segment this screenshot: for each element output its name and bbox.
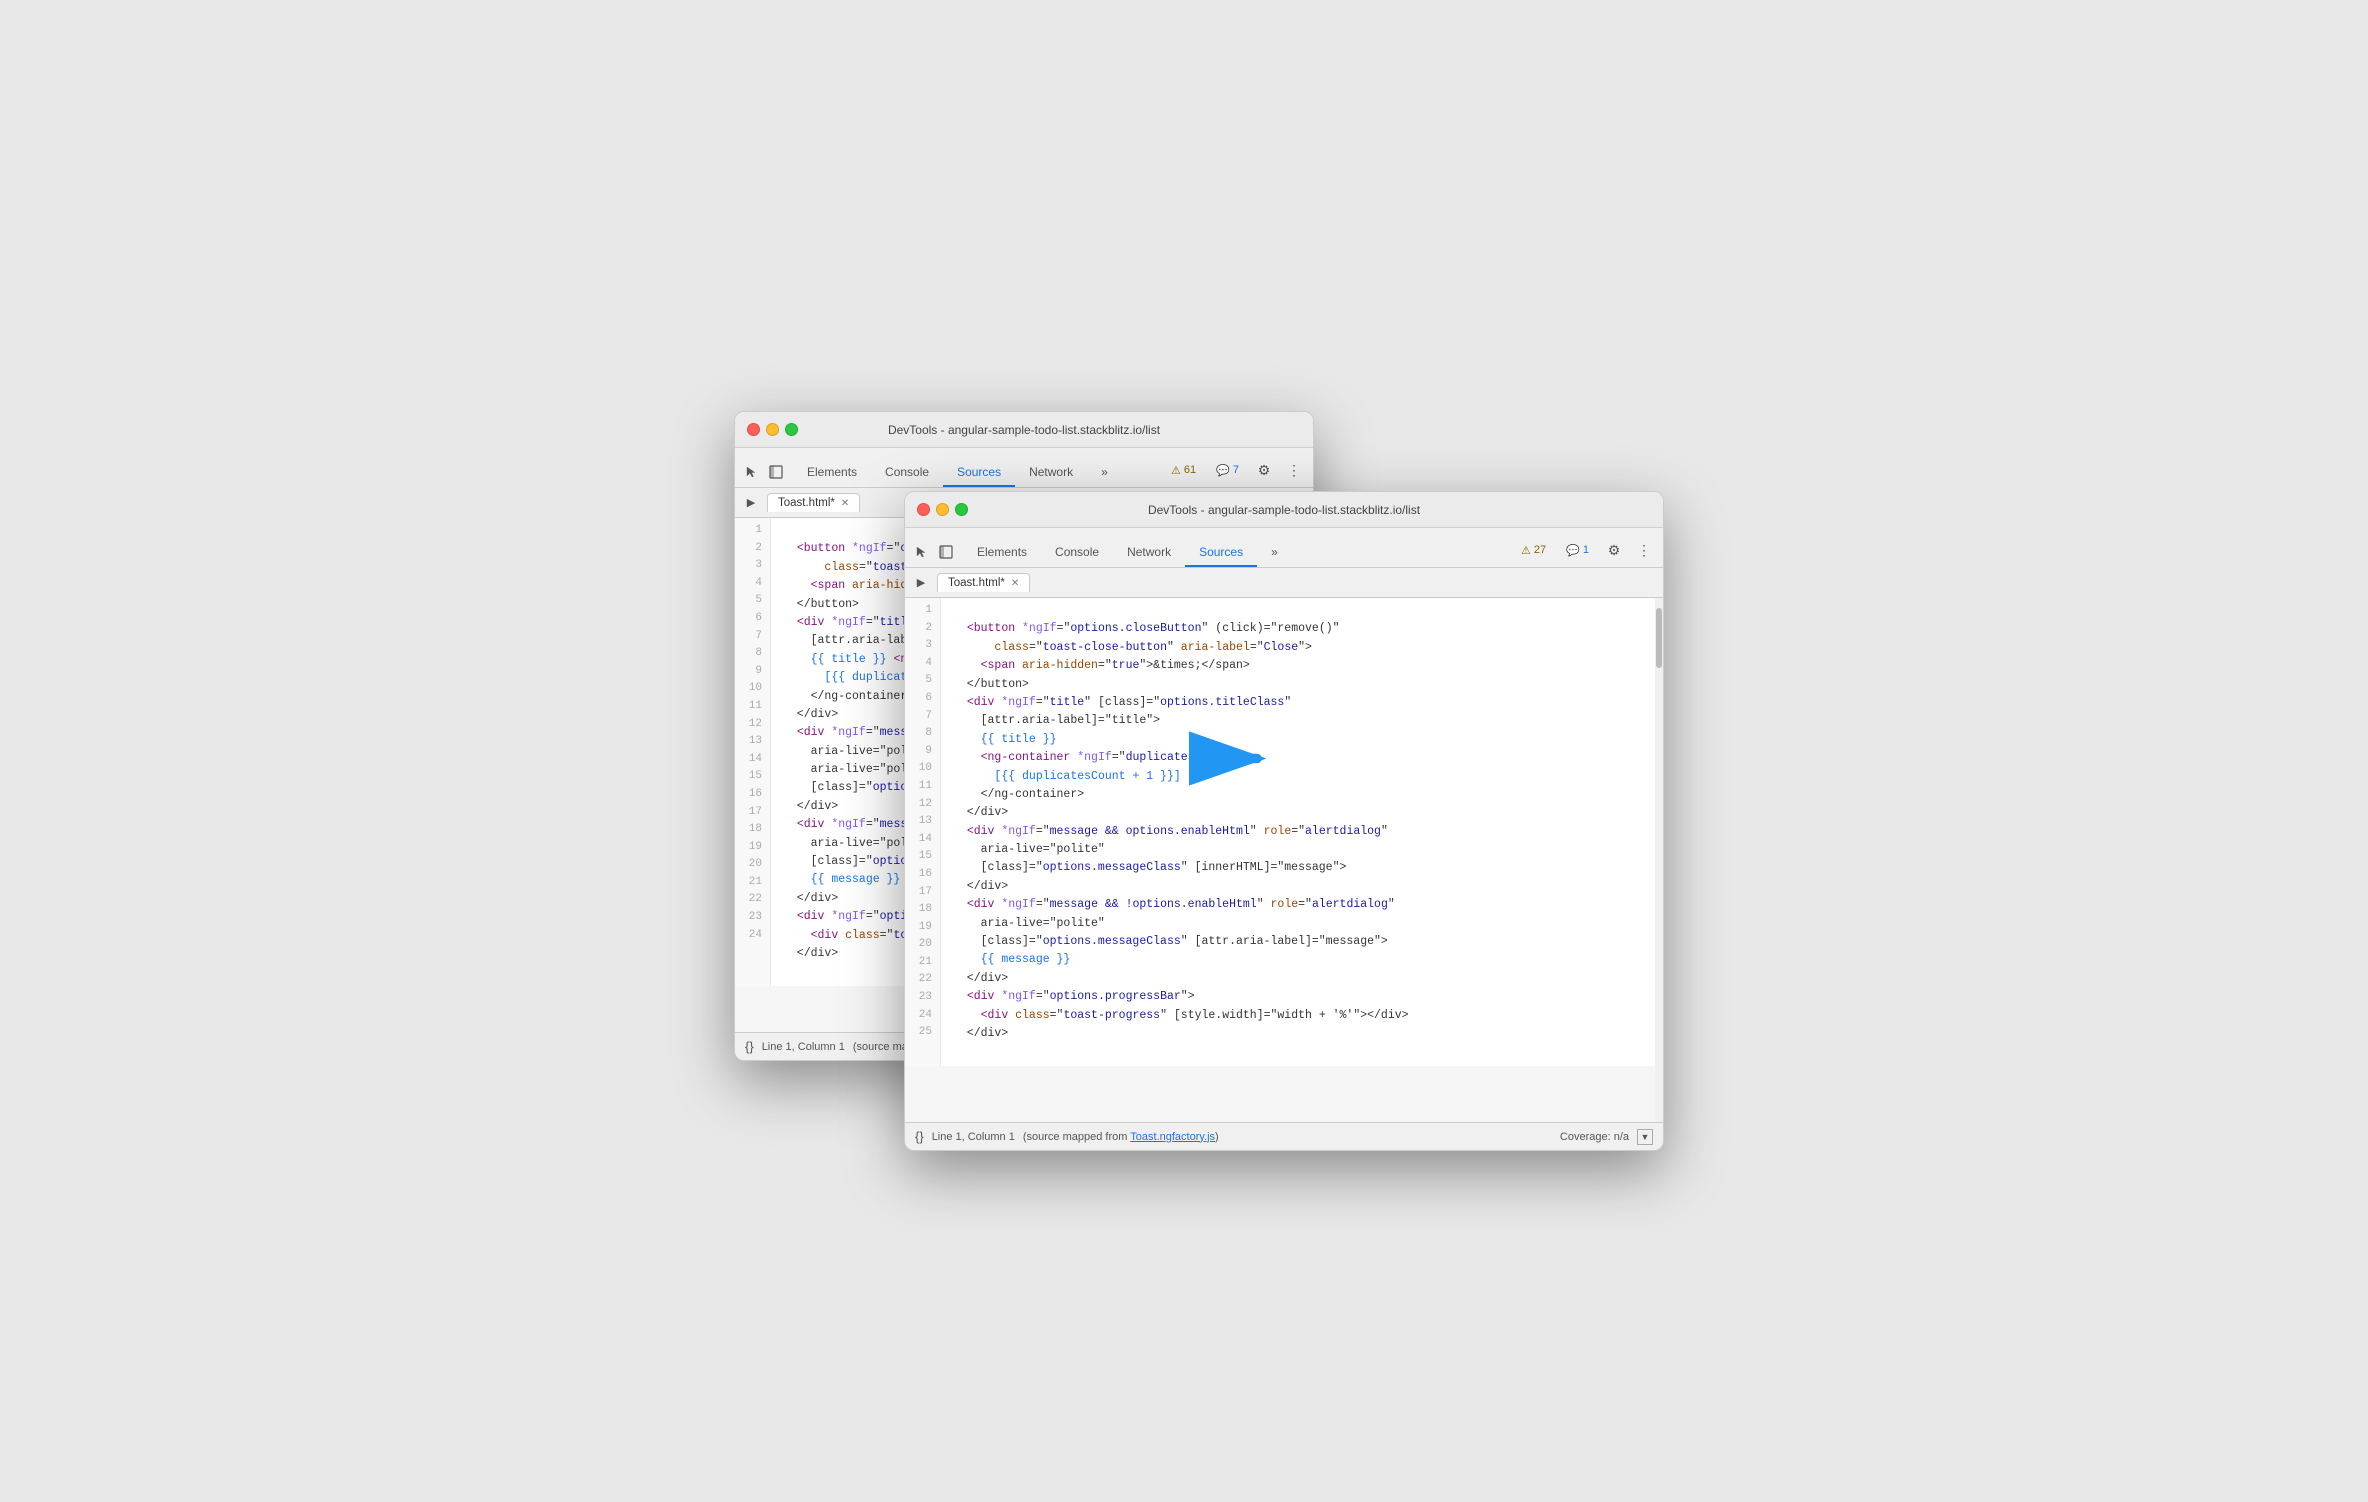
front-window-title: DevTools - angular-sample-todo-list.stac… — [1148, 503, 1420, 517]
back-warning-badge[interactable]: ⚠ 61 — [1165, 462, 1202, 479]
front-warning-count: 27 — [1534, 544, 1546, 556]
back-file-tab-close[interactable]: ✕ — [841, 498, 849, 509]
minimize-button[interactable] — [766, 423, 779, 436]
back-info-icon: 💬 — [1216, 464, 1230, 477]
back-status-icon: {} — [745, 1039, 754, 1054]
front-tabs-right: ⚠ 27 💬 1 ⚙ ⋮ — [1515, 539, 1655, 567]
back-line-numbers: 12345 678910 1112131415 1617181920 21222… — [735, 518, 771, 986]
traffic-lights — [747, 423, 798, 436]
back-window-title: DevTools - angular-sample-todo-list.stac… — [888, 423, 1160, 437]
front-tab-more[interactable]: » — [1257, 539, 1292, 567]
front-title-bar: DevTools - angular-sample-todo-list.stac… — [905, 492, 1663, 528]
back-file-tab[interactable]: Toast.html* ✕ — [767, 493, 860, 512]
back-tab-elements[interactable]: Elements — [793, 459, 871, 487]
front-scrollbar[interactable] — [1655, 598, 1663, 1122]
front-line-numbers: 12345 678910 1112131415 1617181920 21222… — [905, 598, 941, 1066]
back-left-icons — [743, 463, 785, 487]
front-file-tabs-bar: ▶ Toast.html* ✕ — [905, 568, 1663, 598]
back-warning-icon: ⚠ — [1171, 464, 1181, 477]
front-minimize-button[interactable] — [936, 503, 949, 516]
front-info-icon: 💬 — [1566, 544, 1580, 557]
front-info-count: 1 — [1583, 544, 1589, 556]
back-info-count: 7 — [1233, 464, 1239, 476]
front-file-tab[interactable]: Toast.html* ✕ — [937, 573, 1030, 592]
panel-icon[interactable] — [767, 463, 785, 481]
cursor-icon[interactable] — [743, 463, 761, 481]
back-status-position: Line 1, Column 1 — [762, 1041, 845, 1053]
front-code-lines: <button *ngIf="options.closeButton" (cli… — [941, 598, 1421, 1066]
maximize-button[interactable] — [785, 423, 798, 436]
back-file-tab-name: Toast.html* — [778, 497, 835, 509]
front-status-bar: {} Line 1, Column 1 (source mapped from … — [905, 1122, 1663, 1150]
front-tabs-bar: Elements Console Network Sources » ⚠ 27 … — [905, 528, 1663, 568]
front-info-badge[interactable]: 💬 1 — [1560, 542, 1595, 559]
front-traffic-lights — [917, 503, 968, 516]
front-close-button[interactable] — [917, 503, 930, 516]
scene: DevTools - angular-sample-todo-list.stac… — [734, 381, 1634, 1121]
front-source-link[interactable]: Toast.ngfactory.js — [1130, 1131, 1215, 1143]
front-devtools-window: DevTools - angular-sample-todo-list.stac… — [904, 491, 1664, 1151]
front-cursor-icon[interactable] — [913, 543, 931, 561]
front-left-icons — [913, 543, 955, 567]
front-scrollbar-thumb[interactable] — [1656, 608, 1662, 668]
front-status-coverage: Coverage: n/a — [1560, 1131, 1629, 1143]
front-code-area: 12345 678910 1112131415 1617181920 21222… — [905, 598, 1663, 1066]
back-settings-icon[interactable]: ⚙ — [1253, 459, 1275, 481]
front-status-source: (source mapped from Toast.ngfactory.js) — [1023, 1131, 1219, 1143]
front-warning-icon: ⚠ — [1521, 544, 1531, 557]
front-code-wrapper: 12345 678910 1112131415 1617181920 21222… — [905, 598, 1663, 1122]
front-panel-run-icon[interactable]: ▶ — [913, 575, 929, 591]
front-status-icon: {} — [915, 1129, 924, 1144]
front-panel-icon[interactable] — [937, 543, 955, 561]
front-devtools-body: Elements Console Network Sources » ⚠ 27 … — [905, 528, 1663, 1150]
front-scroll-to-bottom-icon[interactable]: ▼ — [1637, 1129, 1653, 1145]
back-tabs-bar: Elements Console Sources Network » ⚠ 61 … — [735, 448, 1313, 488]
close-button[interactable] — [747, 423, 760, 436]
front-tab-sources[interactable]: Sources — [1185, 539, 1257, 567]
front-status-position: Line 1, Column 1 — [932, 1131, 1015, 1143]
front-settings-icon[interactable]: ⚙ — [1603, 539, 1625, 561]
front-tab-console[interactable]: Console — [1041, 539, 1113, 567]
front-warning-badge[interactable]: ⚠ 27 — [1515, 542, 1552, 559]
front-more-icon[interactable]: ⋮ — [1633, 539, 1655, 561]
arrow — [1189, 729, 1269, 794]
back-tab-network[interactable]: Network — [1015, 459, 1087, 487]
front-maximize-button[interactable] — [955, 503, 968, 516]
back-tabs-right: ⚠ 61 💬 7 ⚙ ⋮ — [1165, 459, 1305, 487]
front-tab-network[interactable]: Network — [1113, 539, 1185, 567]
back-panel-run-icon[interactable]: ▶ — [743, 495, 759, 511]
back-more-icon[interactable]: ⋮ — [1283, 459, 1305, 481]
front-file-tab-name: Toast.html* — [948, 577, 1005, 589]
back-info-badge[interactable]: 💬 7 — [1210, 462, 1245, 479]
back-warning-count: 61 — [1184, 464, 1196, 476]
front-file-tab-close[interactable]: ✕ — [1011, 578, 1019, 589]
back-title-bar: DevTools - angular-sample-todo-list.stac… — [735, 412, 1313, 448]
back-tab-more[interactable]: » — [1087, 459, 1122, 487]
back-tab-console[interactable]: Console — [871, 459, 943, 487]
back-tab-sources[interactable]: Sources — [943, 459, 1015, 487]
front-tab-elements[interactable]: Elements — [963, 539, 1041, 567]
front-code-content: 12345 678910 1112131415 1617181920 21222… — [905, 598, 1663, 1066]
